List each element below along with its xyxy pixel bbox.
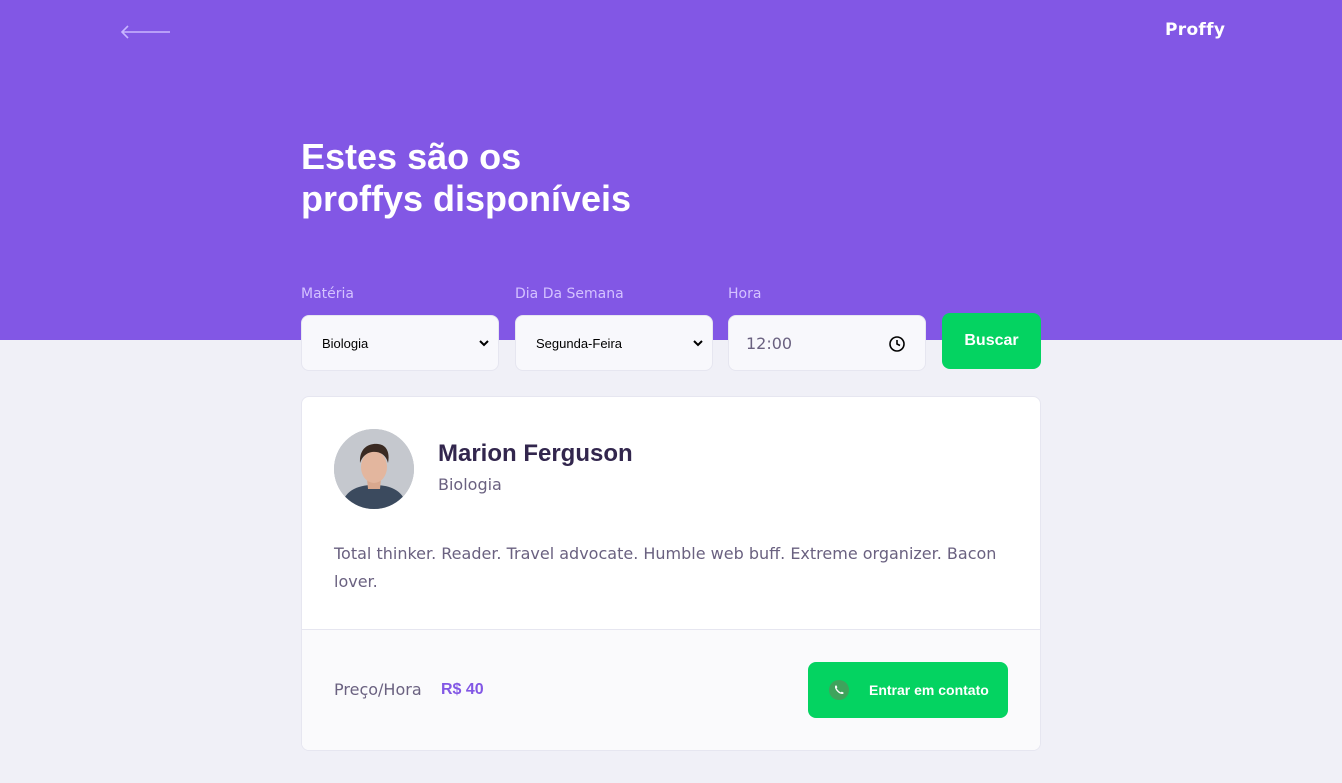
page-title-line1: Estes são os	[301, 136, 522, 177]
time-label: Hora	[728, 286, 762, 302]
teacher-card: Marion Ferguson Biologia Total thinker. …	[301, 396, 1041, 751]
time-input-value: 12:00	[746, 333, 793, 353]
teacher-name: Marion Ferguson	[438, 440, 633, 467]
time-input[interactable]: 12:00	[728, 315, 926, 371]
weekday-select[interactable]: Segunda-Feira	[515, 315, 713, 371]
logo: Proffy	[1165, 20, 1226, 40]
weekday-field: Dia Da Semana Segunda-Feira	[515, 285, 713, 371]
back-button[interactable]	[118, 20, 174, 44]
teacher-card-footer: Preço/Hora R$ 40 Entrar em contato	[302, 629, 1040, 750]
arrow-left-icon	[120, 25, 170, 39]
teacher-photo	[334, 429, 414, 509]
page-title-line2: proffys disponíveis	[301, 178, 632, 219]
price-value: R$ 40	[441, 681, 484, 698]
contact-button[interactable]: Entrar em contato	[808, 662, 1008, 718]
subject-select-value: Biologia	[322, 335, 369, 351]
contact-button-label: Entrar em contato	[869, 682, 989, 698]
clock-icon[interactable]	[888, 335, 906, 353]
page-title: Estes são os proffys disponíveis	[301, 136, 761, 220]
subject-field: Matéria Biologia	[301, 285, 499, 371]
price-label: Preço/Hora	[334, 680, 422, 699]
time-field: Hora 12:00	[728, 285, 926, 371]
avatar	[334, 429, 414, 509]
teacher-subject: Biologia	[438, 475, 502, 494]
search-button[interactable]: Buscar	[942, 313, 1041, 369]
subject-label: Matéria	[301, 286, 354, 302]
subject-select[interactable]: Biologia	[301, 315, 499, 371]
weekday-label: Dia Da Semana	[515, 286, 624, 302]
weekday-select-value: Segunda-Feira	[536, 335, 622, 351]
whatsapp-icon	[829, 680, 849, 700]
teacher-bio: Total thinker. Reader. Travel advocate. …	[334, 544, 997, 591]
chevron-down-icon	[693, 340, 703, 347]
chevron-down-icon	[479, 340, 489, 347]
